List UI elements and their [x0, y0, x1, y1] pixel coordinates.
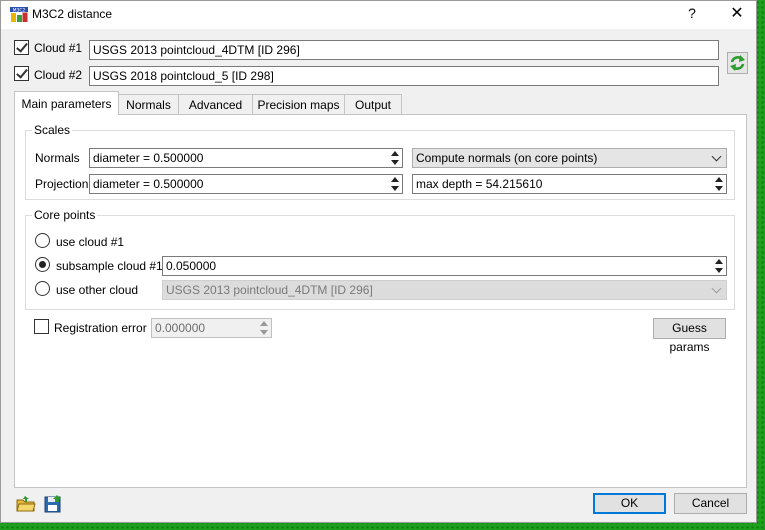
normals-label: Normals [35, 151, 80, 165]
scales-group-title: Scales [32, 123, 73, 137]
max-depth-spinbox[interactable]: max depth = 54.215610 [412, 174, 727, 194]
window-title: M3C2 distance [32, 7, 113, 21]
subsample-value: 0.050000 [166, 259, 217, 273]
use-cloud1-label: use cloud #1 [56, 235, 125, 249]
spin-arrows-icon[interactable] [389, 176, 401, 192]
tab-normals[interactable]: Normals [118, 94, 179, 114]
swap-clouds-button[interactable] [727, 52, 748, 74]
ok-button[interactable]: OK [593, 493, 666, 514]
use-cloud1-radio[interactable] [35, 233, 50, 248]
svg-text:M3C2: M3C2 [13, 7, 26, 13]
m3c2-dialog: M3C2 M3C2 distance ? ✕ Cloud #1 USGS 201… [0, 0, 757, 523]
projection-label: Projection [35, 177, 89, 191]
guess-params-button[interactable]: Guess params [653, 318, 726, 354]
cloud1-label: Cloud #1 [34, 41, 83, 55]
registration-error-spinbox[interactable]: 0.000000 [151, 318, 272, 338]
normals-mode-combobox[interactable]: Compute normals (on core points) [412, 148, 727, 168]
normals-scale-value: diameter = 0.500000 [93, 151, 204, 165]
help-button[interactable]: ? [683, 5, 701, 21]
use-other-cloud-label: use other cloud [56, 283, 139, 297]
subsample-cloud1-label: subsample cloud #1 [56, 259, 163, 273]
swap-arrows-icon [730, 55, 745, 71]
tab-precision-maps[interactable]: Precision maps [252, 94, 345, 114]
spin-arrows-icon[interactable] [713, 176, 725, 192]
save-disk-icon [44, 495, 61, 513]
chevron-down-icon [711, 151, 722, 162]
use-other-cloud-radio[interactable] [35, 281, 50, 296]
cloud2-label: Cloud #2 [34, 68, 83, 82]
projection-scale-spinbox[interactable]: diameter = 0.500000 [89, 174, 403, 194]
open-folder-icon [16, 496, 36, 512]
chevron-down-icon [711, 283, 722, 294]
cloud1-checkbox[interactable] [14, 40, 29, 55]
core-points-group: Core points use cloud #1 subsample cloud… [25, 208, 735, 310]
cancel-button[interactable]: Cancel [674, 493, 747, 514]
subsample-cloud1-radio[interactable] [35, 257, 50, 272]
spin-arrows-icon[interactable] [258, 320, 270, 336]
max-depth-value: max depth = 54.215610 [416, 177, 543, 191]
registration-error-label: Registration error [54, 321, 147, 335]
tab-output[interactable]: Output [344, 94, 402, 114]
normals-mode-value: Compute normals (on core points) [416, 151, 598, 165]
tab-main-parameters[interactable]: Main parameters [14, 91, 119, 115]
registration-error-value: 0.000000 [155, 321, 206, 335]
save-params-button[interactable] [43, 494, 63, 514]
projection-scale-value: diameter = 0.500000 [93, 177, 204, 191]
other-cloud-value: USGS 2013 pointcloud_4DTM [ID 296] [166, 283, 373, 297]
spin-arrows-icon[interactable] [389, 150, 401, 166]
scales-group: Scales Normals diameter = 0.500000 Compu… [25, 123, 735, 200]
subsample-spinbox[interactable]: 0.050000 [162, 256, 727, 276]
load-params-button[interactable] [16, 494, 36, 514]
close-button[interactable]: ✕ [725, 3, 749, 23]
tab-advanced[interactable]: Advanced [178, 94, 253, 114]
cloud2-checkbox[interactable] [14, 66, 29, 81]
other-cloud-combobox[interactable]: USGS 2013 pointcloud_4DTM [ID 296] [162, 280, 727, 300]
cloud2-field[interactable]: USGS 2018 pointcloud_5 [ID 298] [89, 66, 719, 86]
main-parameters-panel: Scales Normals diameter = 0.500000 Compu… [14, 114, 747, 488]
title-bar: M3C2 M3C2 distance ? ✕ [1, 1, 756, 29]
normals-scale-spinbox[interactable]: diameter = 0.500000 [89, 148, 403, 168]
cloud1-field[interactable]: USGS 2013 pointcloud_4DTM [ID 296] [89, 40, 719, 60]
registration-error-checkbox[interactable] [34, 319, 49, 334]
m3c2-app-icon: M3C2 [10, 7, 28, 22]
spin-arrows-icon[interactable] [713, 258, 725, 274]
core-points-group-title: Core points [32, 208, 98, 222]
